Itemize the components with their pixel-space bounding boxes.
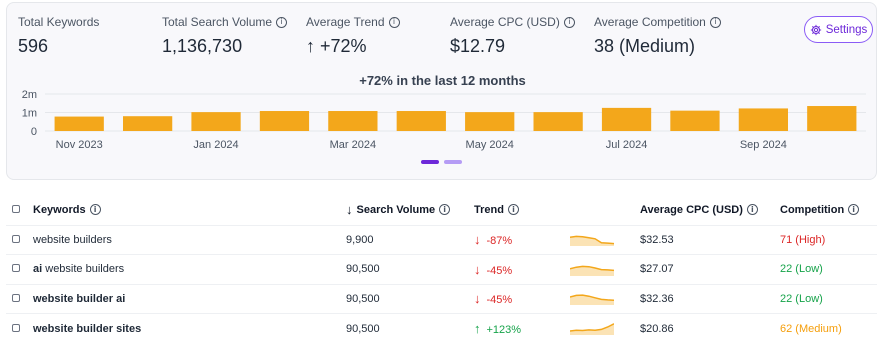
- x-tick-label: Nov 2023: [56, 139, 103, 151]
- trend-value: -87%: [487, 235, 513, 247]
- row-checkbox[interactable]: [12, 264, 20, 272]
- header-keywords[interactable]: Keywords: [33, 204, 86, 216]
- trend-cell: ↓ -87%: [474, 225, 570, 255]
- trend-arrow-icon: ↓: [474, 291, 481, 306]
- bar: [260, 111, 309, 131]
- bar: [670, 111, 719, 131]
- info-icon[interactable]: i: [439, 204, 450, 215]
- table-header-row: Keywordsi ↓Search Volumei Trendi Average…: [6, 195, 877, 225]
- competition-cell: 22 (Low): [780, 284, 877, 314]
- y-tick-label: 1m: [22, 108, 37, 120]
- keyword-cell[interactable]: website builders: [33, 225, 346, 255]
- bar: [465, 112, 514, 131]
- table-row[interactable]: website builders 9,900↓ -87% $32.5371 (High…: [6, 225, 877, 255]
- keyword-cell[interactable]: ai website builders: [33, 255, 346, 285]
- row-checkbox[interactable]: [12, 324, 20, 332]
- bar: [55, 117, 104, 131]
- x-tick-label: Mar 2024: [330, 139, 376, 151]
- bar: [123, 116, 172, 131]
- header-average-cpc[interactable]: Average CPC (USD): [640, 204, 743, 216]
- info-icon[interactable]: i: [90, 204, 101, 215]
- chart-page-indicator-active[interactable]: [421, 160, 439, 164]
- header-search-volume[interactable]: Search Volume: [357, 204, 436, 216]
- search-volume-cell: 90,500: [346, 284, 474, 314]
- trend-value: -45%: [487, 294, 513, 306]
- trend-arrow-icon: ↓: [474, 262, 481, 277]
- chart-page-indicator[interactable]: [444, 160, 462, 164]
- cpc-cell: $32.36: [640, 284, 780, 314]
- bar: [533, 112, 582, 131]
- trend-cell: ↓ -45%: [474, 255, 570, 285]
- x-tick-label: May 2024: [466, 139, 514, 151]
- header-competition[interactable]: Competition: [780, 204, 844, 216]
- trend-sparkline: [570, 319, 614, 335]
- info-icon[interactable]: i: [508, 204, 519, 215]
- summary-card: Total Keywords 596 Total Search Volumei …: [6, 2, 877, 180]
- keyword-text: website builders: [42, 263, 124, 275]
- keyword-cell[interactable]: website builder ai: [33, 284, 346, 314]
- bar: [807, 106, 856, 131]
- x-tick-label: Sep 2024: [740, 139, 787, 151]
- row-checkbox[interactable]: [12, 294, 20, 302]
- trend-value: +123%: [487, 324, 522, 336]
- trend-bar-chart: 2m 1m 0 Nov 2023 Jan 2024 Mar 2024 May 2024 Jul…: [7, 3, 878, 181]
- cpc-cell: $32.53: [640, 225, 780, 255]
- info-icon[interactable]: i: [848, 204, 859, 215]
- cpc-cell: $27.07: [640, 255, 780, 285]
- select-all-checkbox[interactable]: [12, 205, 20, 213]
- trend-cell: ↑ +123%: [474, 314, 570, 343]
- bar: [397, 111, 446, 131]
- bar: [191, 112, 240, 131]
- keywords-table: Keywordsi ↓Search Volumei Trendi Average…: [6, 195, 877, 343]
- x-tick-label: Jan 2024: [193, 139, 238, 151]
- y-tick-label: 2m: [22, 89, 37, 101]
- x-tick-label: Jul 2024: [606, 139, 648, 151]
- trend-sparkline: [570, 230, 614, 246]
- trend-arrow-icon: ↑: [474, 321, 481, 336]
- keyword-bold: website builder sites: [33, 323, 141, 335]
- keyword-cell[interactable]: website builder sites: [33, 314, 346, 343]
- cpc-cell: $20.86: [640, 314, 780, 343]
- keyword-bold: ai: [33, 263, 42, 275]
- trend-cell: ↓ -45%: [474, 284, 570, 314]
- competition-cell: 71 (High): [780, 225, 877, 255]
- search-volume-cell: 90,500: [346, 255, 474, 285]
- bar: [739, 108, 788, 131]
- trend-sparkline: [570, 260, 614, 276]
- trend-value: -45%: [487, 265, 513, 277]
- keyword-bold: website builder ai: [33, 293, 125, 305]
- info-icon[interactable]: i: [747, 204, 758, 215]
- competition-cell: 62 (Medium): [780, 314, 877, 343]
- search-volume-cell: 9,900: [346, 225, 474, 255]
- table-row[interactable]: ai website builders90,500↓-45%$27.0722 (…: [6, 255, 877, 285]
- trend-arrow-icon: ↓: [474, 232, 481, 247]
- sort-down-icon[interactable]: ↓: [346, 202, 353, 217]
- trend-sparkline: [570, 289, 614, 305]
- row-checkbox[interactable]: [12, 235, 20, 243]
- table-row[interactable]: website builder sites 90,500↑ +123% $20.866…: [6, 314, 877, 343]
- bar: [602, 108, 651, 131]
- header-trend[interactable]: Trend: [474, 204, 504, 216]
- keyword-text: website builders: [33, 234, 112, 246]
- y-tick-label: 0: [31, 126, 37, 138]
- table-row[interactable]: website builder ai 90,500↓ -45% $32.3622 (L…: [6, 284, 877, 314]
- competition-cell: 22 (Low): [780, 255, 877, 285]
- bar: [328, 111, 377, 131]
- search-volume-cell: 90,500: [346, 314, 474, 343]
